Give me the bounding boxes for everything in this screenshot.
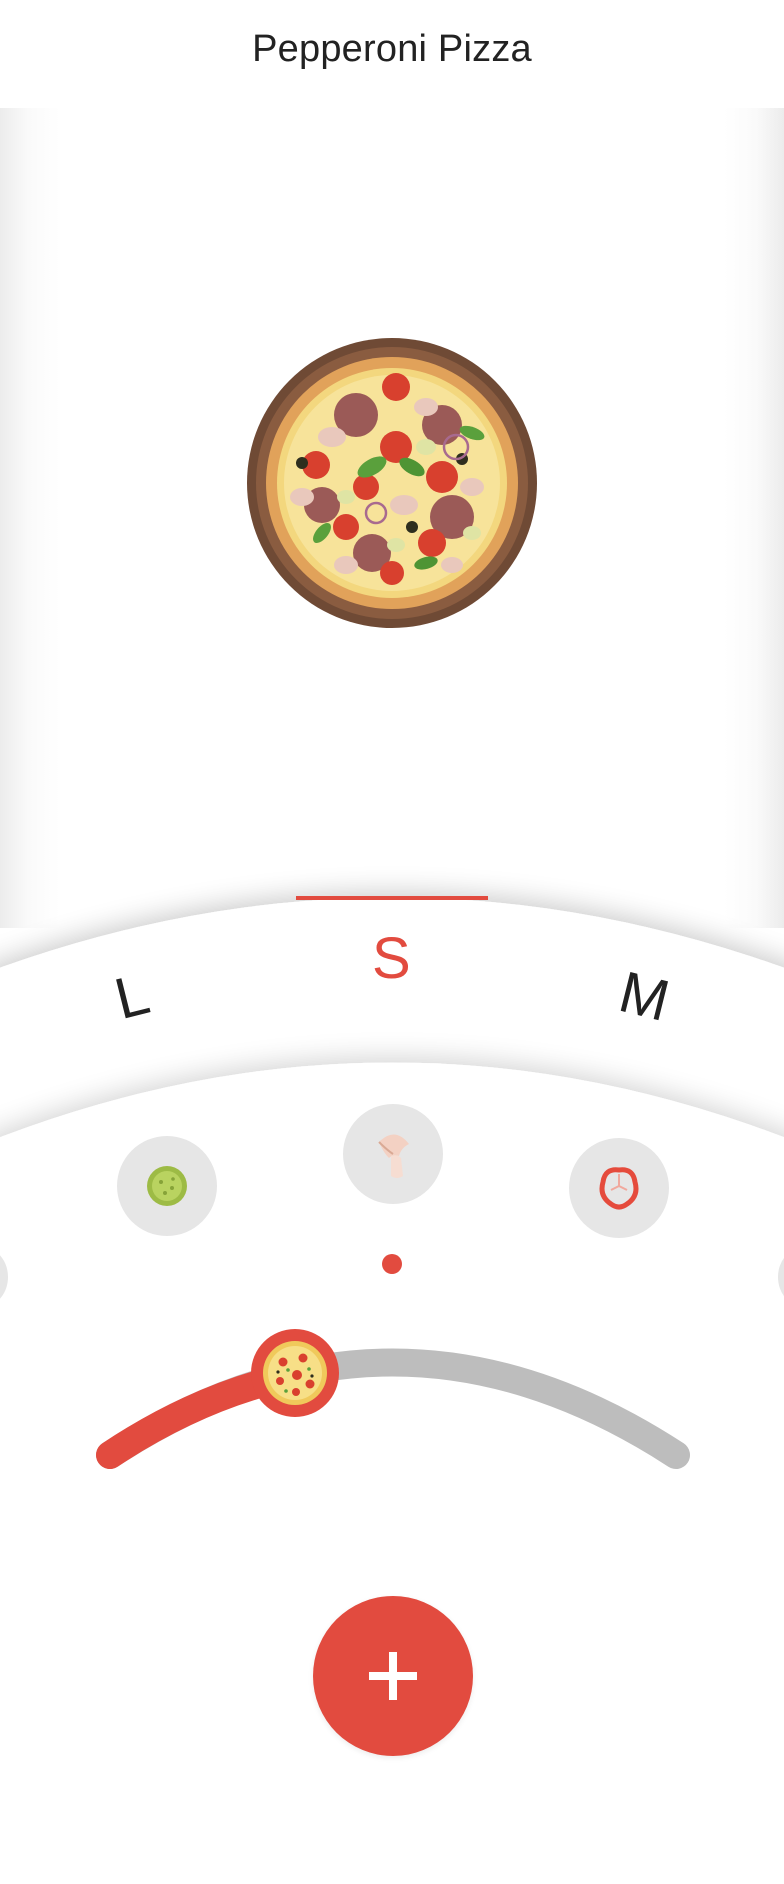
page-title: Pepperoni Pizza [252,28,532,70]
mushroom-icon [378,1134,409,1178]
topping-button-pickle[interactable] [117,1136,217,1236]
selected-size-indicator [296,896,488,900]
pizza-top-view-icon [247,338,537,628]
plus-icon [369,1652,417,1700]
header: Pepperoni Pizza [0,0,784,108]
topping-button-mushroom[interactable] [343,1104,443,1204]
pizza-thumb-icon [263,1341,327,1405]
amount-slider[interactable] [0,1300,784,1520]
topping-button-pepper[interactable] [569,1138,669,1238]
selected-topping-dot [382,1254,402,1274]
add-to-cart-button[interactable] [313,1596,473,1756]
pickle-icon [147,1166,187,1206]
slider-thumb[interactable] [251,1329,339,1417]
pepper-icon [599,1167,639,1210]
size-option-s[interactable]: S [372,930,411,988]
pizza-customizer-screen: Pepperoni Pizza L S M [0,0,784,1884]
